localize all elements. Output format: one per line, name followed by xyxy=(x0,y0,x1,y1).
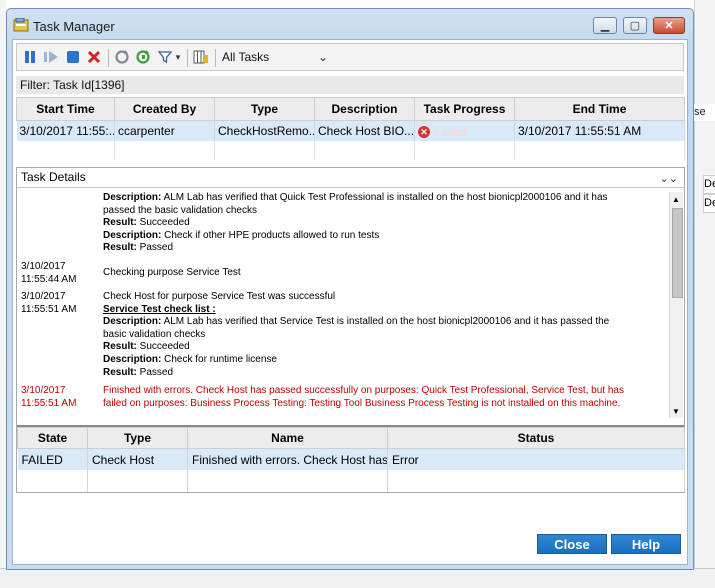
failed-status-label: Failed xyxy=(434,124,467,139)
toolbar: ▾ All Tasks ⌄ xyxy=(16,43,684,71)
cell-description: Check Host BIO... xyxy=(314,120,415,141)
task-details-panel: Task Details ⌄⌄ Description: ALM Lab has… xyxy=(16,167,685,493)
log-timestamp: 3/10/2017 11:55:51 AM xyxy=(21,385,77,409)
task-status-area: State Type Name Status FAILED Check Host… xyxy=(17,425,685,494)
tasks-table-header: Start Time Created By Type Description T… xyxy=(16,97,685,121)
task-details-title: Task Details xyxy=(21,170,86,184)
cell-state: FAILED xyxy=(17,448,88,470)
background-app-bottom xyxy=(0,568,715,588)
cell-task-progress: ✕ Failed xyxy=(414,120,515,141)
column-header-start-time[interactable]: Start Time xyxy=(16,97,115,121)
pause-icon[interactable] xyxy=(22,49,38,65)
maximize-button[interactable]: ▢ xyxy=(623,17,647,34)
column-header-end-time[interactable]: End Time xyxy=(514,97,685,121)
column-header-status[interactable]: Status xyxy=(387,427,685,449)
log-scrollbar[interactable]: ▲ ▼ xyxy=(669,192,683,418)
column-header-type[interactable]: Type xyxy=(214,97,315,121)
cell-type: CheckHostRemo... xyxy=(214,120,315,141)
toolbar-separator xyxy=(108,49,109,67)
delete-icon[interactable] xyxy=(86,49,102,65)
scroll-down-icon[interactable]: ▼ xyxy=(672,407,680,416)
log-timestamp: 3/10/2017 11:55:44 AM xyxy=(21,261,77,285)
column-header-state[interactable]: State xyxy=(17,427,88,449)
help-button[interactable]: Help xyxy=(611,534,681,554)
column-header-task-progress[interactable]: Task Progress xyxy=(414,97,515,121)
cell-end-time: 3/10/2017 11:55:51 AM xyxy=(514,120,685,141)
filter-icon[interactable] xyxy=(157,49,173,65)
error-icon: ✕ xyxy=(418,125,430,138)
task-details-log: Description: ALM Lab has verified that Q… xyxy=(21,192,624,409)
status-table: State Type Name Status FAILED Check Host… xyxy=(17,427,685,492)
cell-type: Check Host xyxy=(87,448,188,470)
table-row-empty xyxy=(17,470,685,492)
refresh-icon[interactable] xyxy=(114,49,130,65)
toolbar-separator xyxy=(215,49,216,67)
toolbar-separator xyxy=(187,49,188,67)
stop-icon[interactable] xyxy=(65,49,81,65)
failed-status: ✕ Failed xyxy=(418,125,467,139)
task-type-dropdown-value: All Tasks xyxy=(222,50,270,64)
status-table-header: State Type Name Status xyxy=(17,427,685,449)
collapse-icon[interactable]: ⌄⌄ xyxy=(660,170,678,188)
filter-bar: Filter: Task Id[1396] xyxy=(16,76,684,94)
close-button[interactable]: Close xyxy=(537,534,607,554)
window-client-area: ▾ All Tasks ⌄ Filter: Task Id[1396] Star… xyxy=(12,39,688,565)
cell-created-by: ccarpenter xyxy=(114,120,215,141)
table-row[interactable]: 3/10/2017 11:55:... ccarpenter CheckHost… xyxy=(16,120,685,141)
filter-dropdown-arrow[interactable]: ▾ xyxy=(173,49,183,65)
table-row[interactable]: FAILED Check Host Finished with errors. … xyxy=(17,448,685,470)
auto-refresh-icon[interactable] xyxy=(135,49,151,65)
task-manager-window: Task Manager ▁ ▢ ✕ ▾ All Tasks ⌄ Filter:… xyxy=(6,8,694,570)
cell-status: Error xyxy=(387,448,685,470)
tasks-table: Start Time Created By Type Description T… xyxy=(16,97,685,159)
background-cell: se xyxy=(694,104,715,121)
task-details-header: Task Details ⌄⌄ xyxy=(17,168,684,188)
background-cell: De xyxy=(703,175,715,194)
log-timestamp: 3/10/2017 11:55:51 AM xyxy=(21,291,77,315)
close-window-button[interactable]: ✕ xyxy=(653,17,685,34)
background-app-right: De De xyxy=(694,0,715,587)
cell-start-time: 3/10/2017 11:55:... xyxy=(16,120,115,141)
column-header-created-by[interactable]: Created By xyxy=(114,97,215,121)
scroll-up-icon[interactable]: ▲ xyxy=(672,195,680,204)
background-cell: De xyxy=(703,194,715,213)
window-title: Task Manager xyxy=(33,19,115,34)
task-manager-icon xyxy=(13,18,29,32)
task-type-dropdown[interactable]: All Tasks ⌄ xyxy=(222,47,334,67)
columns-icon[interactable] xyxy=(193,49,209,65)
column-header-description[interactable]: Description xyxy=(314,97,415,121)
scrollbar-thumb[interactable] xyxy=(672,208,683,298)
resume-icon[interactable] xyxy=(43,49,59,65)
column-header-name[interactable]: Name xyxy=(187,427,388,449)
column-header-type[interactable]: Type xyxy=(87,427,188,449)
table-row-empty xyxy=(16,141,685,159)
minimize-button[interactable]: ▁ xyxy=(593,17,617,34)
cell-name: Finished with errors. Check Host has... xyxy=(187,448,388,470)
chevron-down-icon: ⌄ xyxy=(317,50,328,64)
